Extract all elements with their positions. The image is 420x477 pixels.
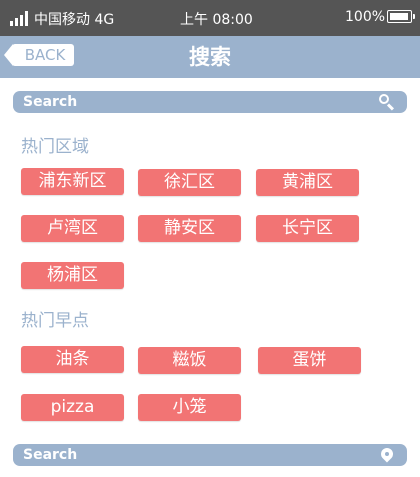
area-tag[interactable]: 徐汇区: [138, 169, 241, 196]
area-tag[interactable]: 静安区: [138, 215, 241, 242]
food-tag[interactable]: 油条: [21, 346, 124, 373]
search-icon[interactable]: [379, 94, 397, 110]
nav-bar: BACK 搜索: [0, 36, 420, 78]
battery-icon: [387, 10, 415, 23]
location-pin-icon[interactable]: [381, 448, 393, 464]
area-tag[interactable]: 黄浦区: [256, 169, 359, 196]
location-search-input[interactable]: Search: [23, 444, 77, 466]
search-bar[interactable]: Search: [13, 91, 407, 113]
battery-percent: 100%: [345, 9, 386, 25]
signal-icon: [10, 10, 30, 26]
clock: 上午 08:00: [180, 12, 253, 28]
hot-breakfast-title: 热门早点: [21, 311, 89, 331]
back-button[interactable]: BACK: [4, 44, 74, 66]
search-input[interactable]: Search: [23, 91, 77, 113]
area-tag[interactable]: 长宁区: [256, 215, 359, 242]
carrier-label: 中国移动 4G: [34, 12, 115, 28]
area-tag[interactable]: 卢湾区: [21, 215, 124, 242]
hot-areas-title: 热门区域: [21, 137, 89, 157]
status-bar: 中国移动 4G 上午 08:00 100%: [0, 0, 420, 36]
food-tag[interactable]: 蛋饼: [258, 347, 361, 374]
food-tag[interactable]: 糍饭: [138, 347, 241, 374]
food-tag[interactable]: 小笼: [138, 394, 241, 421]
area-tag[interactable]: 浦东新区: [21, 168, 124, 195]
location-search-bar[interactable]: Search: [13, 444, 407, 466]
food-tag[interactable]: pizza: [21, 394, 124, 421]
area-tag[interactable]: 杨浦区: [21, 262, 124, 289]
